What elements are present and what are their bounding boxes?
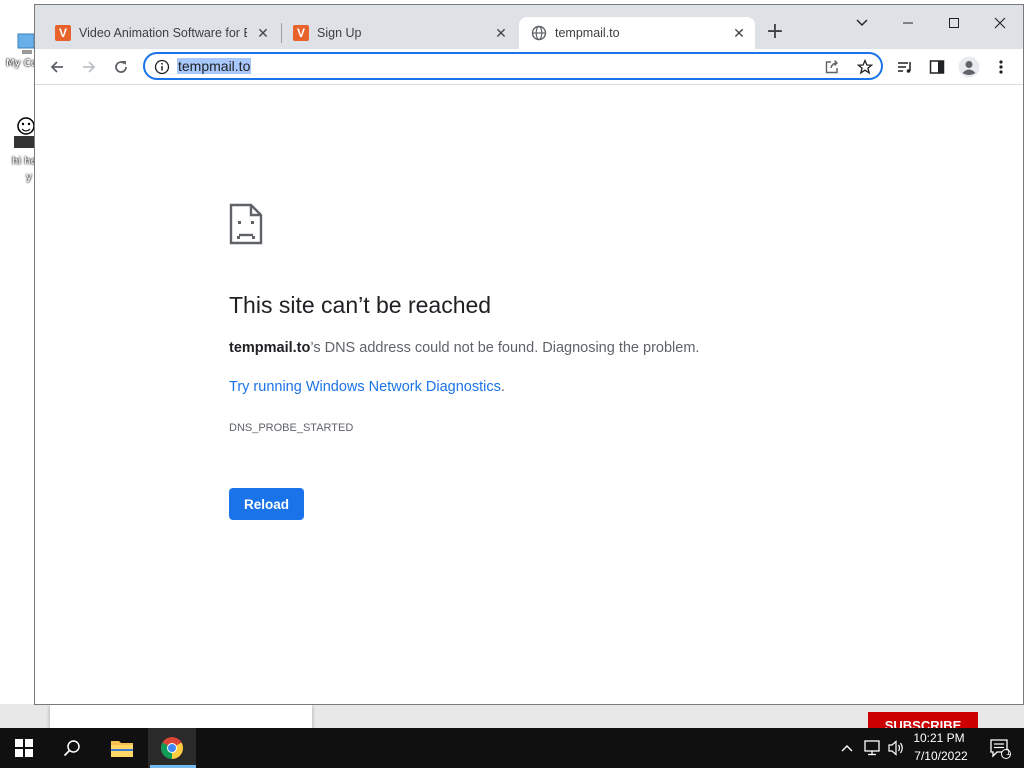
browser-window: V Video Animation Software for Bu ✕ V Si… (34, 4, 1024, 705)
error-host: tempmail.to (229, 340, 311, 356)
arrow-right-icon (83, 61, 96, 73)
arrow-left-icon (50, 61, 63, 73)
address-url-text[interactable]: tempmail.to (177, 58, 252, 74)
chevron-down-icon (856, 19, 868, 26)
windows-logo-icon (15, 739, 33, 757)
tab-video-animation[interactable]: V Video Animation Software for Bu ✕ (43, 17, 279, 49)
info-icon[interactable] (153, 58, 171, 76)
network-button[interactable] (860, 728, 884, 768)
reload-toolbar-button[interactable] (107, 53, 135, 81)
diagnostics-line: Try running Windows Network Diagnostics. (229, 379, 505, 395)
share-icon[interactable] (823, 58, 841, 76)
menu-button[interactable] (987, 53, 1015, 81)
chevron-up-icon (841, 745, 853, 752)
action-center-button[interactable]: 1 (976, 728, 1024, 768)
forward-button[interactable] (75, 53, 103, 81)
taskbar: 10:21 PM 7/10/2022 1 (0, 728, 1024, 768)
chrome-icon (161, 737, 183, 759)
speaker-icon (888, 740, 903, 756)
profile-button[interactable] (955, 53, 983, 81)
network-diagnostics-link[interactable]: Try running Windows Network Diagnostics (229, 379, 501, 395)
background-card (50, 704, 312, 728)
refresh-icon (115, 61, 127, 73)
subscribe-button[interactable]: SUBSCRIBE (868, 712, 978, 728)
smiley-icon (14, 117, 35, 148)
page-content: This site can’t be reached tempmail.to’s… (35, 86, 1023, 704)
error-title: This site can’t be reached (229, 292, 492, 318)
tab-search-button[interactable] (839, 9, 885, 37)
clock[interactable]: 10:21 PM 7/10/2022 (904, 728, 974, 768)
network-icon (864, 740, 880, 756)
tab-title: Sign Up (317, 26, 362, 40)
close-icon[interactable]: ✕ (493, 25, 509, 41)
vyond-favicon-icon: V (55, 25, 71, 41)
search-button[interactable] (48, 728, 96, 768)
browser-toolbar: tempmail.to (35, 49, 1023, 85)
minimize-icon (903, 22, 913, 24)
close-window-button[interactable] (977, 9, 1023, 37)
close-icon[interactable]: ✕ (731, 25, 747, 41)
error-code: DNS_PROBE_STARTED (229, 422, 354, 434)
tab-title: Video Animation Software for Bu (79, 26, 247, 40)
side-panel-icon (929, 60, 945, 74)
clock-time: 10:21 PM (913, 731, 965, 745)
media-queue-icon (898, 62, 911, 73)
clock-date: 7/10/2022 (914, 749, 968, 763)
search-icon (63, 740, 80, 757)
desktop-icon-label: My Co (6, 58, 37, 69)
maximize-icon (949, 18, 959, 28)
tab-strip: V Video Animation Software for Bu ✕ V Si… (35, 5, 1023, 49)
back-button[interactable] (43, 53, 71, 81)
star-icon[interactable] (856, 58, 874, 76)
reload-button[interactable]: Reload (229, 488, 304, 520)
globe-icon (531, 25, 547, 41)
error-description: tempmail.to’s DNS address could not be f… (229, 340, 699, 356)
link-period: . (500, 379, 505, 395)
desktop-icon-computer[interactable]: My Co (4, 30, 37, 74)
folder-icon (111, 741, 133, 757)
show-hidden-icons-button[interactable] (836, 728, 858, 768)
desktop-area: My Co hi he y (0, 0, 37, 728)
desktop-icon-sublabel: y (26, 172, 32, 183)
avatar-icon (958, 56, 980, 78)
vyond-favicon-icon: V (293, 25, 309, 41)
sad-page-icon (229, 203, 263, 245)
computer-icon (17, 33, 35, 54)
file-explorer-button[interactable] (98, 728, 146, 768)
tab-tempmail[interactable]: tempmail.to ✕ (519, 17, 755, 49)
side-panel-button[interactable] (923, 53, 951, 81)
new-tab-button[interactable]: + (763, 21, 787, 45)
notification-count: 1 (1006, 748, 1011, 757)
more-vert-icon (999, 60, 1003, 74)
close-icon[interactable]: ✕ (255, 25, 271, 41)
minimize-button[interactable] (885, 9, 931, 37)
address-bar[interactable]: tempmail.to (143, 52, 883, 80)
maximize-button[interactable] (931, 9, 977, 37)
tab-sign-up[interactable]: V Sign Up ✕ (281, 17, 517, 49)
chrome-taskbar-button[interactable] (148, 728, 196, 768)
reading-list-button[interactable] (891, 53, 919, 81)
start-button[interactable] (0, 728, 48, 768)
desktop-icon-shortcut[interactable]: hi he y (4, 116, 37, 190)
error-description-text: ’s DNS address could not be found. Diagn… (310, 340, 700, 356)
close-icon (994, 17, 1006, 29)
tab-title: tempmail.to (555, 26, 620, 40)
